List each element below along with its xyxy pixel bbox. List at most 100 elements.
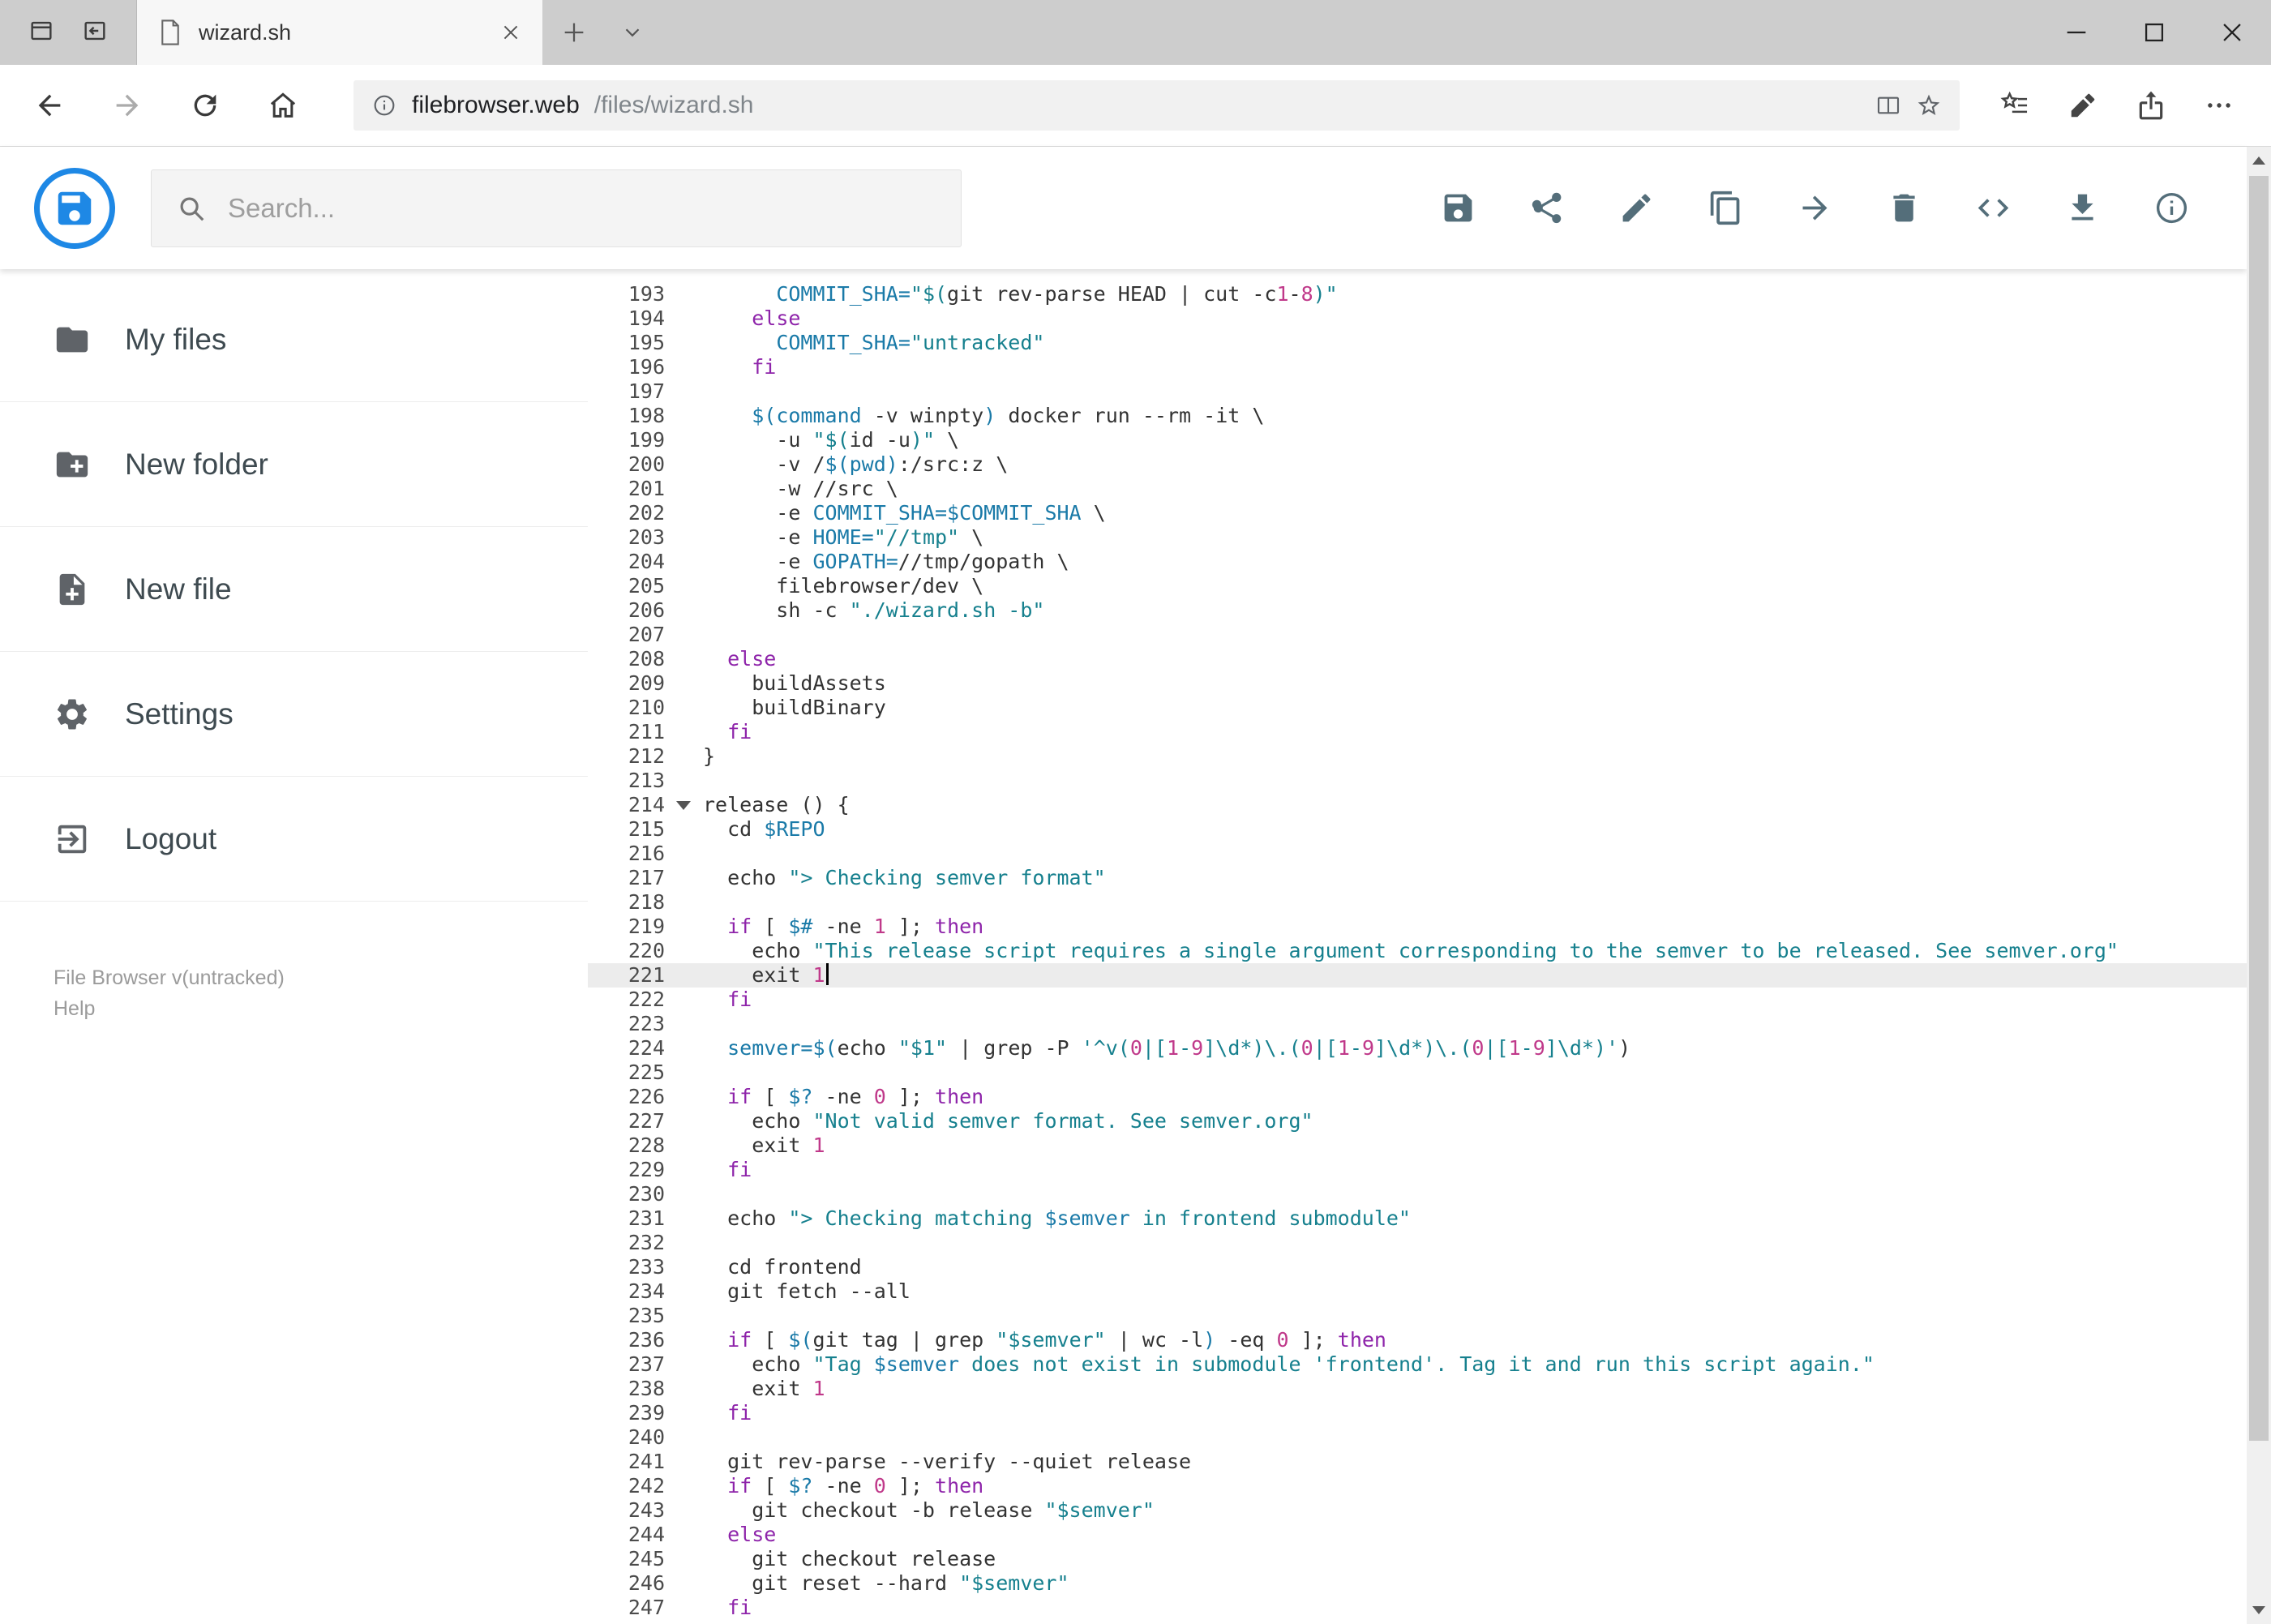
- code-row[interactable]: 209 buildAssets: [588, 671, 2247, 696]
- code-row[interactable]: 227 echo "Not valid semver format. See s…: [588, 1109, 2247, 1133]
- filebrowser-logo[interactable]: [34, 167, 115, 249]
- code-row[interactable]: 244 else: [588, 1523, 2247, 1547]
- download-icon[interactable]: [2064, 190, 2101, 226]
- set-aside-tabs-icon[interactable]: [28, 17, 55, 49]
- code-row[interactable]: 241 git rev-parse --verify --quiet relea…: [588, 1450, 2247, 1474]
- code-row[interactable]: 223: [588, 1012, 2247, 1036]
- browser-menu-ellipsis-icon[interactable]: [2196, 83, 2242, 128]
- sidebar-item-new-file[interactable]: New file: [0, 527, 588, 652]
- code-row[interactable]: 194 else: [588, 306, 2247, 331]
- search-box[interactable]: [151, 169, 962, 247]
- code-row[interactable]: 196 fi: [588, 355, 2247, 379]
- code-row[interactable]: 238 exit 1: [588, 1377, 2247, 1401]
- code-row[interactable]: 216: [588, 842, 2247, 866]
- code-row[interactable]: 195 COMMIT_SHA="untracked": [588, 331, 2247, 355]
- code-row[interactable]: 214 release () {: [588, 793, 2247, 817]
- code-row[interactable]: 236 if [ $(git tag | grep "$semver" | wc…: [588, 1328, 2247, 1352]
- code-row[interactable]: 233 cd frontend: [588, 1255, 2247, 1279]
- code-row[interactable]: 212}: [588, 744, 2247, 769]
- new-tab-button[interactable]: [542, 0, 606, 65]
- code-row[interactable]: 215 cd $REPO: [588, 817, 2247, 842]
- code-row[interactable]: 222 fi: [588, 988, 2247, 1012]
- rename-pencil-icon[interactable]: [1618, 190, 1655, 226]
- save-icon[interactable]: [1440, 190, 1476, 226]
- code-row[interactable]: 204 -e GOPATH=//tmp/gopath \: [588, 550, 2247, 574]
- code-row[interactable]: 197: [588, 379, 2247, 404]
- code-row[interactable]: 207: [588, 623, 2247, 647]
- scrollbar-down-icon[interactable]: [2247, 1596, 2271, 1624]
- page-scrollbar[interactable]: [2247, 147, 2271, 1624]
- tab-preview-icon[interactable]: [81, 17, 109, 49]
- favorite-star-icon[interactable]: [1916, 92, 1942, 118]
- code-row[interactable]: 245 git checkout release: [588, 1547, 2247, 1571]
- delete-trash-icon[interactable]: [1886, 190, 1922, 226]
- browser-share-icon[interactable]: [2128, 83, 2174, 128]
- share-icon[interactable]: [1529, 190, 1566, 226]
- code-row[interactable]: 193 COMMIT_SHA="$(git rev-parse HEAD | c…: [588, 282, 2247, 306]
- move-arrow-icon[interactable]: [1797, 190, 1833, 226]
- code-row[interactable]: 235: [588, 1304, 2247, 1328]
- forward-icon[interactable]: [102, 80, 152, 131]
- web-notes-pen-icon[interactable]: [2060, 83, 2106, 128]
- code-row[interactable]: 205 filebrowser/dev \: [588, 574, 2247, 598]
- favorites-hub-icon[interactable]: [1992, 83, 2037, 128]
- reading-view-icon[interactable]: [1875, 92, 1901, 118]
- code-view-icon[interactable]: [1975, 190, 2012, 226]
- tab-close-icon[interactable]: [500, 22, 521, 43]
- code-row[interactable]: 206 sh -c "./wizard.sh -b": [588, 598, 2247, 623]
- code-row[interactable]: 218: [588, 890, 2247, 915]
- code-row[interactable]: 242 if [ $? -ne 0 ]; then: [588, 1474, 2247, 1498]
- minimize-button[interactable]: [2037, 0, 2115, 65]
- sidebar-item-settings[interactable]: Settings: [0, 652, 588, 777]
- scrollbar-thumb[interactable]: [2249, 176, 2269, 1441]
- copy-icon[interactable]: [1708, 190, 1744, 226]
- help-link[interactable]: Help: [54, 993, 285, 1024]
- code-row[interactable]: 226 if [ $? -ne 0 ]; then: [588, 1085, 2247, 1109]
- code-row[interactable]: 199 -u "$(id -u)" \: [588, 428, 2247, 452]
- code-row[interactable]: 219 if [ $# -ne 1 ]; then: [588, 915, 2247, 939]
- code-row[interactable]: 228 exit 1: [588, 1133, 2247, 1158]
- code-editor[interactable]: 193 COMMIT_SHA="$(git rev-parse HEAD | c…: [588, 269, 2247, 1624]
- code-row[interactable]: 201 -w //src \: [588, 477, 2247, 501]
- code-row[interactable]: 243 git checkout -b release "$semver": [588, 1498, 2247, 1523]
- tab-list-chevron-icon[interactable]: [606, 0, 659, 65]
- refresh-icon[interactable]: [180, 80, 230, 131]
- code-row[interactable]: 234 git fetch --all: [588, 1279, 2247, 1304]
- maximize-button[interactable]: [2115, 0, 2193, 65]
- code-row[interactable]: 221 exit 1: [588, 963, 2247, 988]
- code-row[interactable]: 203 -e HOME="//tmp" \: [588, 525, 2247, 550]
- code-row[interactable]: 202 -e COMMIT_SHA=$COMMIT_SHA \: [588, 501, 2247, 525]
- code-row[interactable]: 217 echo "> Checking semver format": [588, 866, 2247, 890]
- code-row[interactable]: 210 buildBinary: [588, 696, 2247, 720]
- sidebar-item-new-folder[interactable]: New folder: [0, 402, 588, 527]
- code-row[interactable]: 232: [588, 1231, 2247, 1255]
- close-button[interactable]: [2193, 0, 2271, 65]
- code-row[interactable]: 200 -v /$(pwd):/src:z \: [588, 452, 2247, 477]
- code-row[interactable]: 213: [588, 769, 2247, 793]
- sidebar-item-logout[interactable]: Logout: [0, 777, 588, 902]
- code-row[interactable]: 224 semver=$(echo "$1" | grep -P '^v(0|[…: [588, 1036, 2247, 1061]
- info-icon[interactable]: [2153, 190, 2190, 226]
- code-row[interactable]: 237 echo "Tag $semver does not exist in …: [588, 1352, 2247, 1377]
- code-row[interactable]: 246 git reset --hard "$semver": [588, 1571, 2247, 1596]
- browser-tab-active[interactable]: wizard.sh: [137, 0, 542, 65]
- site-info-icon[interactable]: [371, 92, 397, 118]
- code-row[interactable]: 239 fi: [588, 1401, 2247, 1425]
- sidebar-item-my-files[interactable]: My files: [0, 277, 588, 402]
- scrollbar-up-icon[interactable]: [2247, 147, 2271, 174]
- search-input[interactable]: [228, 192, 936, 224]
- home-icon[interactable]: [258, 80, 308, 131]
- code-row[interactable]: 240: [588, 1425, 2247, 1450]
- code-row[interactable]: 229 fi: [588, 1158, 2247, 1182]
- fold-toggle-icon[interactable]: [676, 801, 691, 810]
- code-row[interactable]: 198 $(command -v winpty) docker run --rm…: [588, 404, 2247, 428]
- address-bar[interactable]: filebrowser.web/files/wizard.sh: [354, 80, 1960, 131]
- code-row[interactable]: 247 fi: [588, 1596, 2247, 1620]
- code-row[interactable]: 220 echo "This release script requires a…: [588, 939, 2247, 963]
- code-row[interactable]: 225: [588, 1061, 2247, 1085]
- code-row[interactable]: 208 else: [588, 647, 2247, 671]
- code-row[interactable]: 211 fi: [588, 720, 2247, 744]
- back-icon[interactable]: [24, 80, 75, 131]
- code-row[interactable]: 231 echo "> Checking matching $semver in…: [588, 1206, 2247, 1231]
- code-row[interactable]: 230: [588, 1182, 2247, 1206]
